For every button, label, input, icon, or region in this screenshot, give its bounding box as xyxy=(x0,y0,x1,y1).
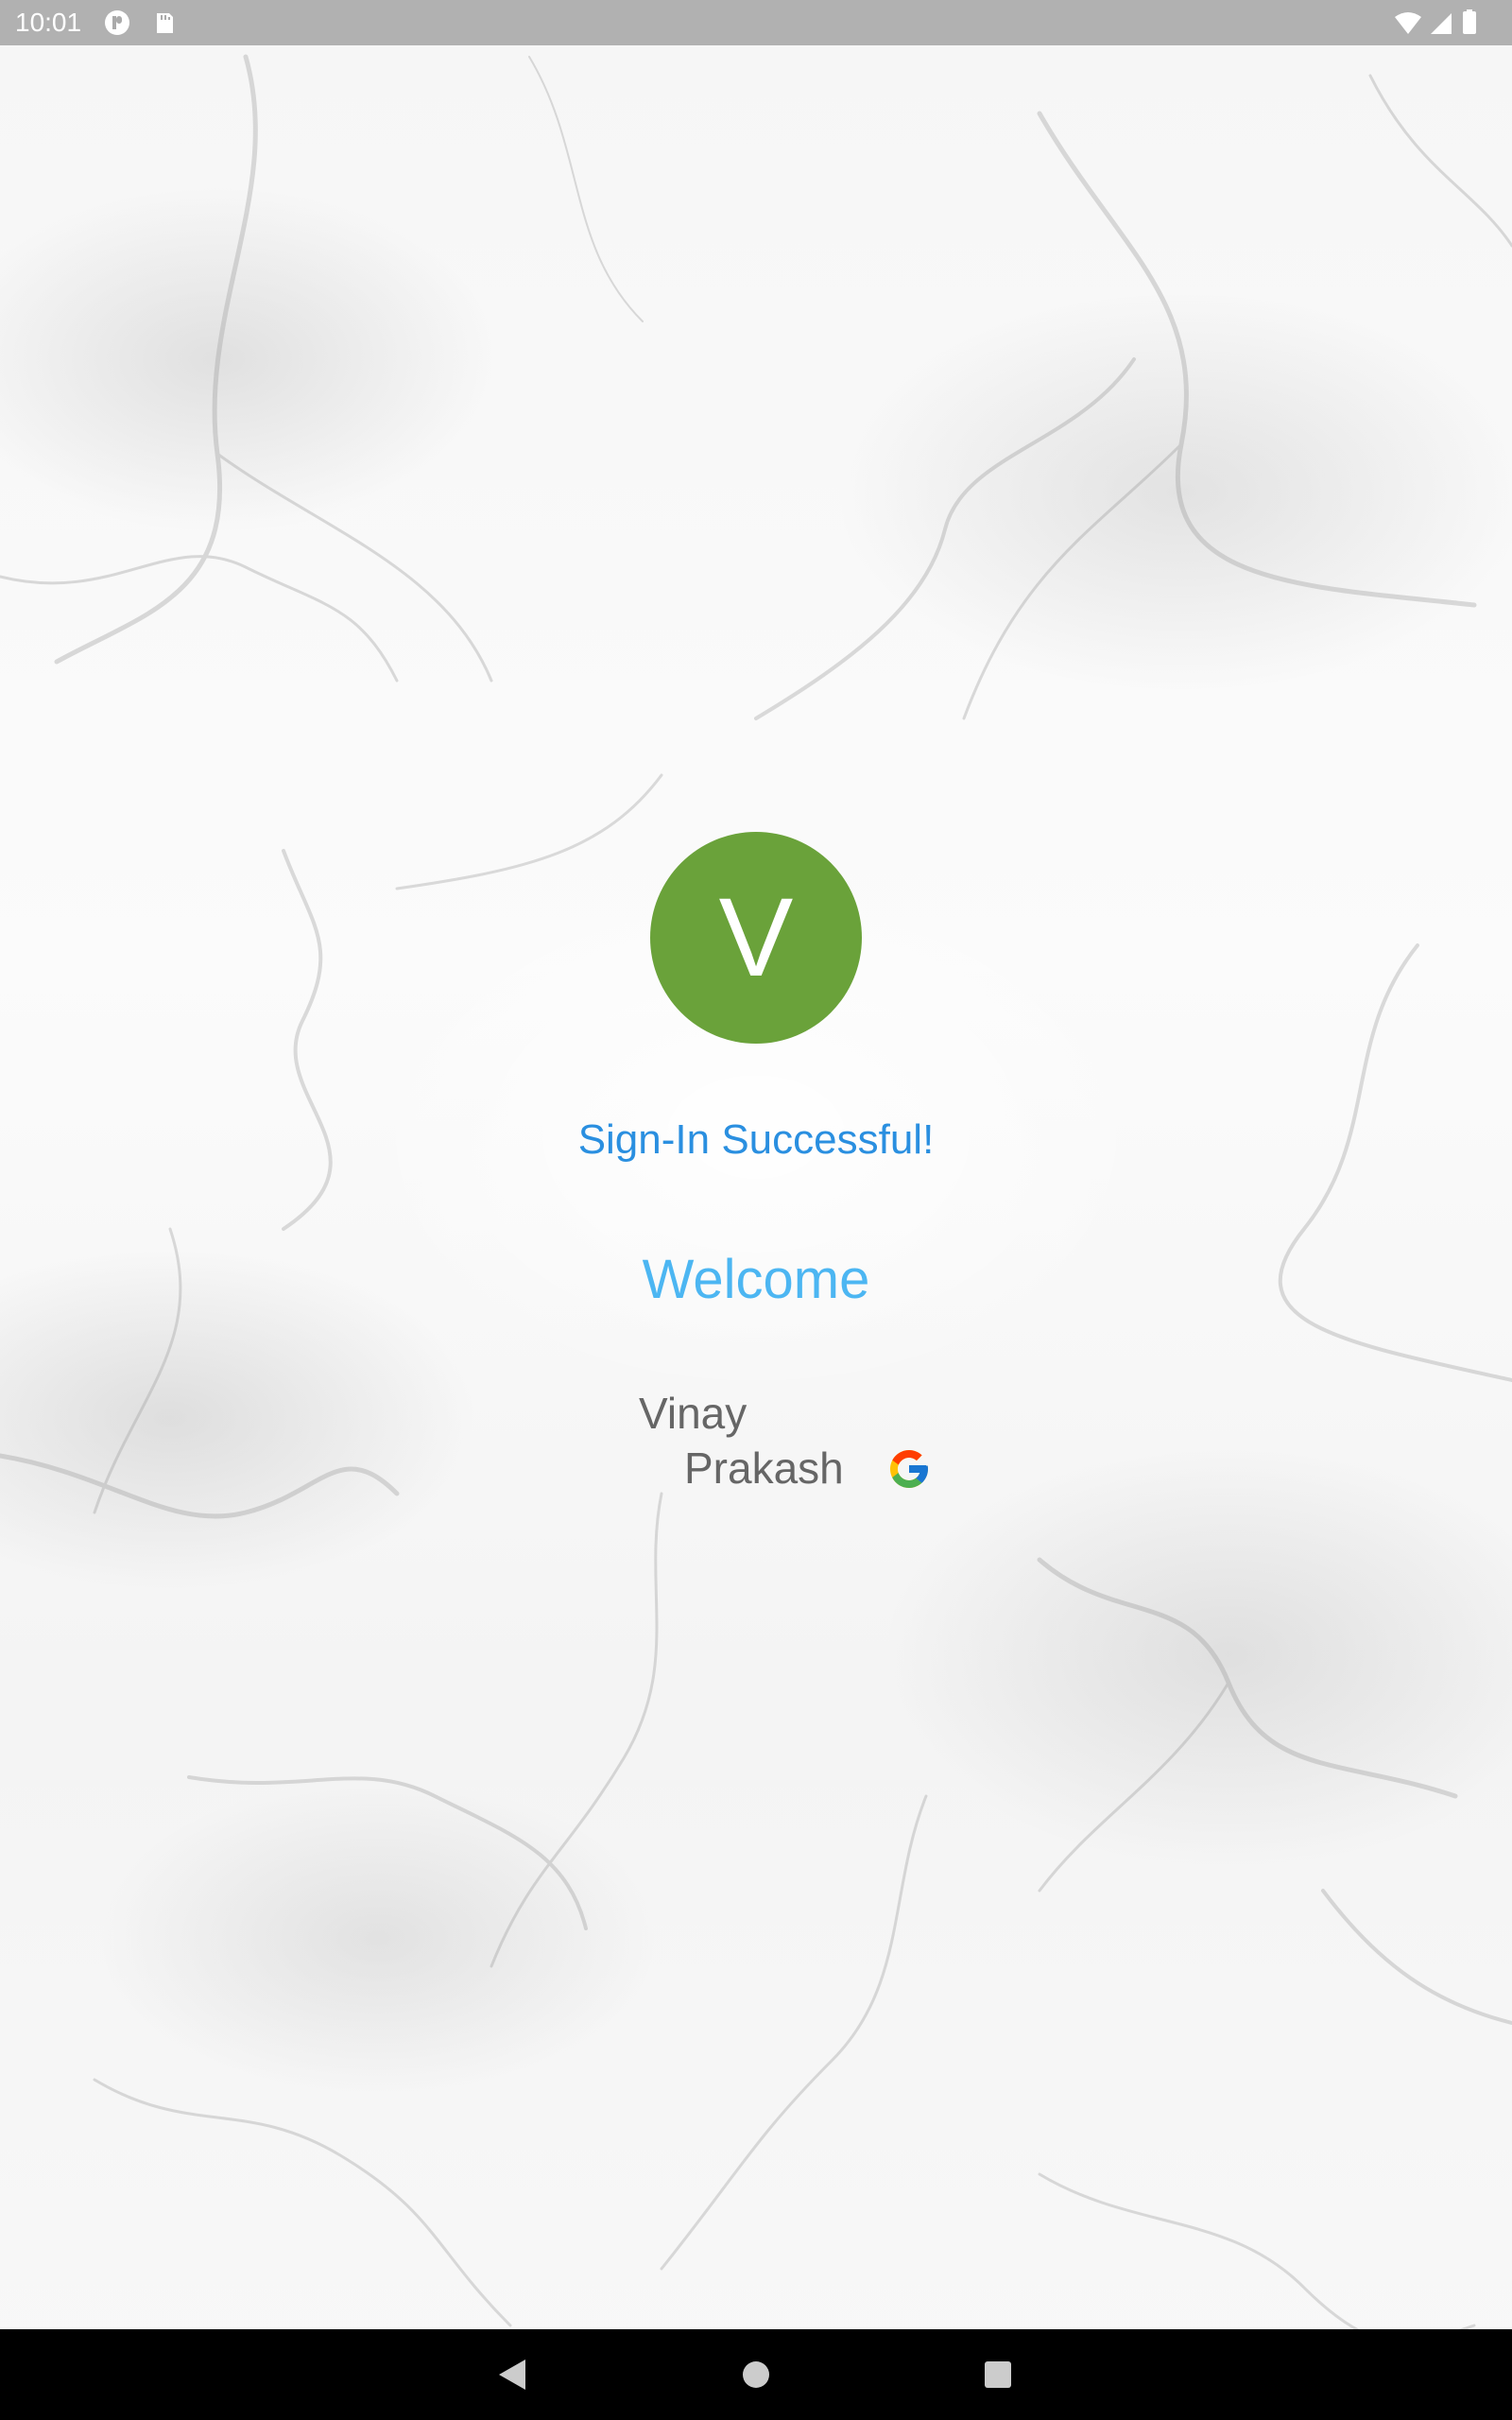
back-icon[interactable] xyxy=(490,2352,535,2397)
sd-card-icon xyxy=(151,9,178,36)
wifi-signal-battery-icons xyxy=(1395,9,1476,34)
user-first-name: Vinay xyxy=(639,1389,747,1438)
navigation-bar xyxy=(0,2329,1512,2420)
welcome-heading: Welcome xyxy=(642,1249,870,1310)
notification-app-icon xyxy=(104,9,130,36)
recents-icon[interactable] xyxy=(975,2352,1021,2397)
sign-in-success-message: Sign-In Successful! xyxy=(577,1116,935,1163)
marble-background xyxy=(0,0,1512,2420)
status-bar: 10:01 xyxy=(0,0,1512,45)
status-right-icons xyxy=(1393,9,1497,36)
user-last-name: Prakash xyxy=(684,1443,844,1493)
sign-in-success-screen: 10:01 V Sign-In Successful! Welcome Vina… xyxy=(0,0,1512,2420)
marble-veins xyxy=(0,54,1512,2344)
home-icon[interactable] xyxy=(733,2352,779,2397)
status-time: 10:01 xyxy=(15,8,82,37)
user-avatar: V xyxy=(650,832,862,1044)
google-icon xyxy=(886,1446,932,1492)
avatar-initial: V xyxy=(718,875,794,1000)
